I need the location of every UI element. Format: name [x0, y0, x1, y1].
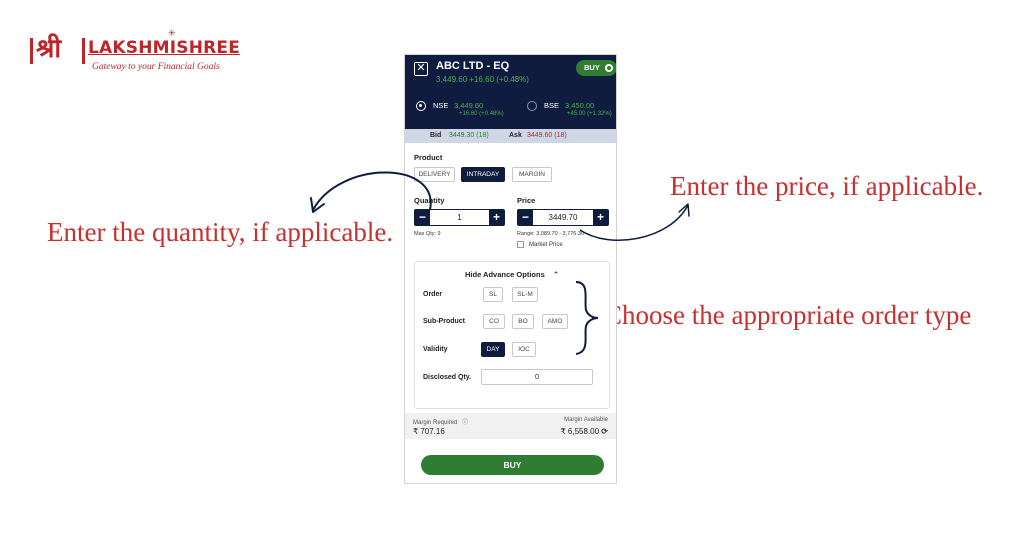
product-label: Product	[414, 153, 443, 162]
plus-icon[interactable]: +	[489, 210, 504, 225]
quantity-label: Quantity	[414, 196, 445, 205]
close-icon[interactable]: ✕	[414, 62, 428, 76]
market-price-checkbox[interactable]	[517, 241, 524, 248]
lakshmishree-logo: श्री ✳ LAKSHMISHREE Gateway to your Fina…	[30, 28, 240, 80]
toggle-knob-icon	[605, 64, 613, 72]
max-qty: Max Qty: 9	[414, 231, 441, 237]
buy-toggle[interactable]: BUY	[576, 60, 616, 76]
disclosed-qty-input[interactable]: 0	[481, 369, 593, 385]
logo-tagline: Gateway to your Financial Goals	[92, 62, 220, 72]
logo-name: LAKSHMISHREE	[88, 38, 241, 58]
order-panel: ✕ ABC LTD - EQ 3,449.60 +16.60 (+0.48%) …	[404, 54, 617, 484]
market-price-label: Market Price	[529, 242, 563, 248]
radio-selected-icon[interactable]	[416, 101, 426, 111]
margin-available-label: Margin Available	[564, 417, 608, 423]
exchange-name: BSE	[544, 101, 560, 110]
radio-unselected-icon[interactable]	[527, 101, 537, 111]
subproduct-co[interactable]: CO	[483, 314, 505, 329]
buy-button[interactable]: BUY	[421, 455, 604, 475]
price-stepper[interactable]: − 3449.70 +	[517, 209, 609, 226]
exchange-price: 3,450.00	[565, 101, 595, 110]
minus-icon[interactable]: −	[415, 210, 430, 225]
subproduct-label: Sub-Product	[423, 318, 465, 325]
exchange-change: +45.00 (+1.32%)	[567, 111, 612, 117]
price-input[interactable]: 3449.70	[533, 213, 593, 222]
chevron-up-icon[interactable]: ⌃	[553, 270, 559, 279]
exchange-name: NSE	[433, 101, 449, 110]
product-intraday[interactable]: INTRADAY	[461, 167, 505, 182]
product-margin[interactable]: MARGIN	[512, 167, 552, 182]
price-range: Range: 3,089.70 - 3,776.30	[517, 231, 584, 237]
minus-icon[interactable]: −	[518, 210, 533, 225]
subproduct-bo[interactable]: BO	[512, 314, 534, 329]
refresh-icon[interactable]: ⟳	[601, 427, 608, 436]
quantity-stepper[interactable]: − 1 +	[414, 209, 505, 226]
validity-ioc[interactable]: IOC	[512, 342, 536, 357]
bid-value: 3449.30 (18)	[449, 132, 489, 139]
margin-bar: Margin Required ⓘ ₹ 707.16 Margin Availa…	[405, 413, 616, 439]
advance-options-panel: Hide Advance Options ⌃ Order SL SL-M Sub…	[414, 261, 610, 409]
ask-label: Ask	[509, 132, 522, 139]
bid-ask-bar: Bid 3449.30 (18) Ask 3449.60 (18)	[405, 129, 616, 143]
order-header: ✕ ABC LTD - EQ 3,449.60 +16.60 (+0.48%) …	[405, 55, 616, 129]
order-label: Order	[423, 291, 443, 298]
margin-available-value: ₹ 6,558.00 ⟳	[560, 427, 608, 436]
margin-required-value: ₹ 707.16	[413, 427, 445, 436]
bid-label: Bid	[430, 132, 442, 139]
validity-day[interactable]: DAY	[481, 342, 505, 357]
arrowhead-quantity	[310, 197, 325, 213]
info-icon[interactable]: ⓘ	[462, 420, 468, 426]
disclosed-qty-label: Disclosed Qty.	[423, 374, 472, 381]
logo-mark: श्री	[30, 34, 86, 66]
symbol-price: 3,449.60 +16.60 (+0.48%)	[436, 75, 529, 84]
plus-icon[interactable]: +	[593, 210, 608, 225]
exchange-price: 3,449.60	[454, 101, 484, 110]
validity-label: Validity	[423, 346, 448, 353]
margin-required-label: Margin Required ⓘ	[413, 420, 469, 426]
arrowhead-price	[678, 203, 690, 217]
symbol-title: ABC LTD - EQ	[436, 60, 510, 72]
ask-value: 3449.60 (18)	[527, 132, 567, 139]
advance-toggle[interactable]: Hide Advance Options ⌃	[465, 270, 559, 279]
price-label: Price	[517, 196, 536, 205]
order-sl[interactable]: SL	[483, 287, 503, 302]
product-delivery[interactable]: DELIVERY	[414, 167, 455, 182]
annotation-order-type: Choose the appropriate order type	[604, 300, 972, 330]
subproduct-amo[interactable]: AMO	[542, 314, 568, 329]
annotation-quantity: Enter the quantity, if applicable.	[47, 217, 394, 247]
annotation-price: Enter the price, if applicable.	[670, 171, 984, 201]
quantity-input[interactable]: 1	[430, 213, 489, 222]
order-slm[interactable]: SL-M	[512, 287, 538, 302]
exchange-change: +16.60 (+0.48%)	[459, 111, 504, 117]
